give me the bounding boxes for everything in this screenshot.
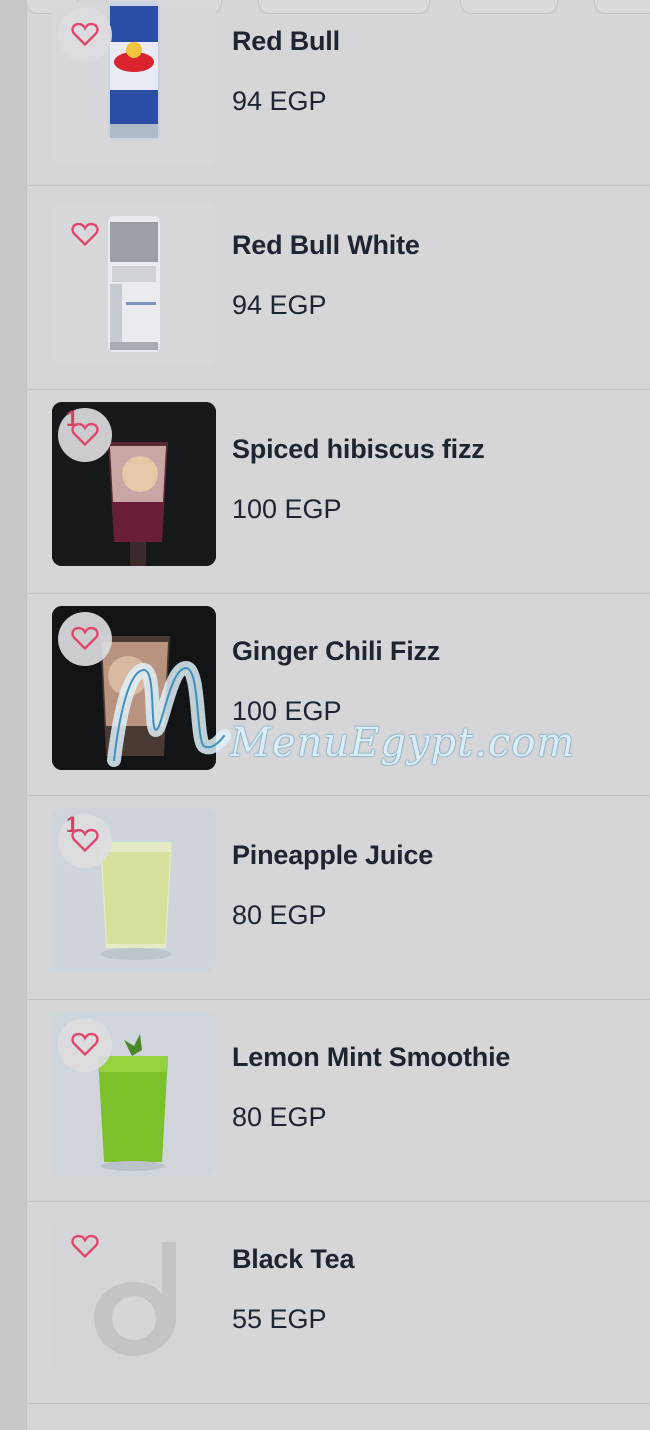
item-image <box>52 202 216 366</box>
heart-icon <box>71 22 99 47</box>
heart-icon <box>71 1234 99 1259</box>
item-price: 100 EGP <box>232 494 342 524</box>
item-price: 100 EGP <box>232 696 342 726</box>
menu-item[interactable]: Ginger Chili Fizz 100 EGP <box>26 592 650 796</box>
item-price: 80 EGP <box>232 1102 327 1132</box>
item-name: Spiced hibiscus fizz <box>232 434 485 464</box>
item-price: 94 EGP <box>232 290 327 320</box>
heart-icon <box>71 828 99 853</box>
item-image <box>52 2 216 166</box>
menu-item[interactable]: Lemon Mint Smoothie 80 EGP <box>26 998 650 1202</box>
item-image: 1 <box>52 402 216 566</box>
item-image <box>52 1214 216 1378</box>
favorite-button[interactable] <box>58 1220 112 1274</box>
heart-icon <box>71 222 99 247</box>
menu-item[interactable]: Red Bull White 94 EGP <box>26 186 650 390</box>
favorite-button[interactable] <box>58 1018 112 1072</box>
item-name: Black Tea <box>232 1244 355 1274</box>
item-image: 1 <box>52 808 216 972</box>
favorite-button[interactable]: 1 <box>58 812 112 868</box>
favorite-button[interactable] <box>58 612 112 666</box>
favorite-button[interactable] <box>58 8 112 62</box>
item-price: 55 EGP <box>232 1304 327 1334</box>
favorite-button[interactable] <box>58 208 112 262</box>
heart-icon <box>71 422 99 447</box>
item-name: Red Bull <box>232 26 340 56</box>
heart-icon <box>71 626 99 651</box>
item-image <box>52 1012 216 1176</box>
menu-item[interactable]: 1 Spiced hibiscus fizz 100 EGP <box>26 390 650 594</box>
item-name: Pineapple Juice <box>232 840 434 870</box>
menu-item[interactable]: Red Bull 94 EGP <box>26 0 650 186</box>
item-price: 80 EGP <box>232 900 327 930</box>
menu-item[interactable]: 1 Pineapple Juice 80 EGP <box>26 796 650 1000</box>
item-name: Ginger Chili Fizz <box>232 636 441 666</box>
item-image <box>52 606 216 770</box>
item-name: Lemon Mint Smoothie <box>232 1042 511 1072</box>
item-price: 94 EGP <box>232 86 327 116</box>
menu-item[interactable]: Black Tea 55 EGP <box>26 1200 650 1404</box>
left-rail <box>0 0 27 1430</box>
heart-icon <box>71 1032 99 1057</box>
favorite-button[interactable]: 1 <box>58 406 112 462</box>
item-name: Red Bull White <box>232 230 420 260</box>
